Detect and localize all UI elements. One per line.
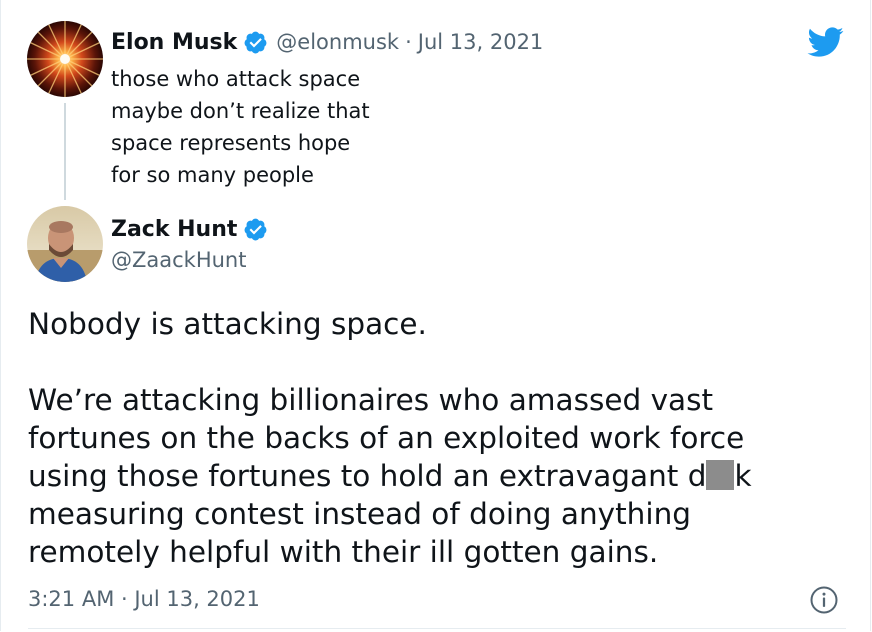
main-tweet-text: Nobody is attacking space. We’re attacki… [28, 305, 848, 571]
parent-tweet-header: Elon Musk @elonmusk · Jul 13, 2021 [111, 27, 543, 57]
tweet-date[interactable]: Jul 13, 2021 [418, 30, 544, 54]
info-icon[interactable] [809, 585, 839, 615]
tweet-text-line: for so many people [111, 163, 314, 187]
censored-line-end: k [734, 459, 752, 493]
verified-badge-icon [244, 31, 267, 53]
divider [28, 628, 846, 629]
tweet-text-line: those who attack space [111, 67, 361, 91]
main-tweet-header: Zack Hunt [111, 214, 268, 244]
thread-connector-line [64, 103, 66, 200]
tweet-text-line: space represents hope [111, 131, 351, 155]
tweet-card: Elon Musk @elonmusk · Jul 13, 2021 those… [0, 0, 871, 631]
tweet-text-line: fortunes on the backs of an exploited wo… [28, 421, 745, 455]
person-photo-avatar-image [27, 206, 103, 282]
author-name[interactable]: Zack Hunt [111, 217, 237, 242]
tweet-text-line: maybe don’t realize that [111, 99, 370, 123]
avatar[interactable] [27, 206, 103, 282]
starburst-avatar-image [27, 21, 103, 97]
tweet-text-line-censored: using those fortunes to hold an extravag… [28, 457, 848, 495]
tweet-timestamp[interactable]: 3:21 AM · Jul 13, 2021 [28, 587, 260, 611]
avatar[interactable] [27, 21, 103, 97]
tweet-text-line: We’re attacking billionaires who amassed… [28, 383, 714, 417]
author-handle[interactable]: @elonmusk [276, 30, 399, 54]
tweet-text-line: remotely helpful with their ill gotten g… [28, 535, 659, 569]
author-handle[interactable]: @ZaackHunt [111, 248, 246, 272]
tweet-text-line: measuring contest instead of doing anyth… [28, 497, 692, 531]
parent-tweet-text: those who attack space maybe don’t reali… [111, 63, 471, 191]
verified-badge-icon [244, 218, 267, 240]
author-name[interactable]: Elon Musk [111, 30, 237, 55]
tweet-text-line: Nobody is attacking space. [28, 307, 427, 341]
censor-block [706, 460, 735, 490]
separator-dot: · [405, 30, 412, 54]
censored-line-start: using those fortunes to hold an extravag… [28, 459, 707, 493]
twitter-bird-icon[interactable] [806, 26, 844, 58]
